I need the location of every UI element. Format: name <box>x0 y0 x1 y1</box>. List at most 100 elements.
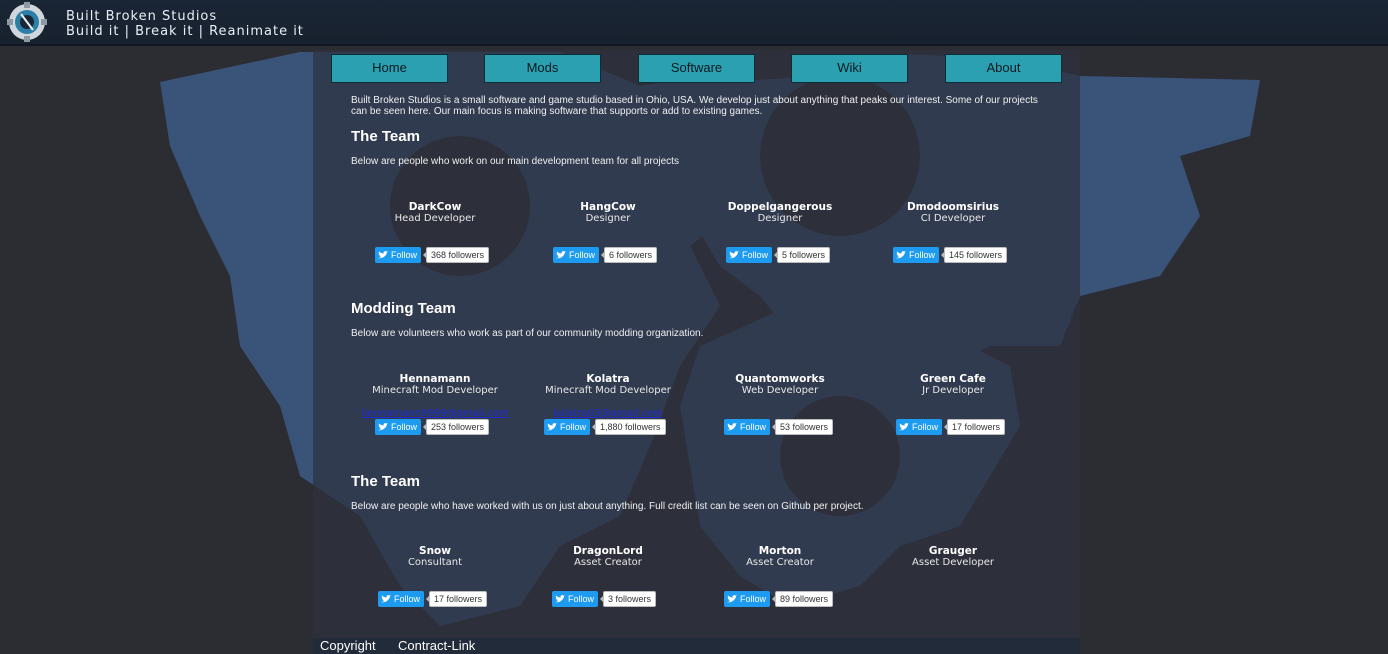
member-role: Minecraft Mod Developer <box>545 385 671 396</box>
nav-wiki-button[interactable]: Wiki <box>791 54 908 83</box>
follower-count: 17 followers <box>426 591 488 607</box>
member-role: Jr Developer <box>922 385 984 396</box>
site-footer: Copyright Contract-Link <box>313 638 1080 654</box>
follower-count: 5 followers <box>774 247 831 263</box>
follower-count: 1,880 followers <box>592 419 666 435</box>
twitter-follow-widget: Follow 1,880 followers <box>544 419 666 435</box>
member-role: CI Developer <box>920 213 986 224</box>
intro-text: Built Broken Studios is a small software… <box>351 95 1038 117</box>
site-title: Built Broken Studios <box>66 9 218 24</box>
member-card: HangCow Designer Follow 6 followers <box>522 201 694 263</box>
member-card: Dmodoomsirius CI Developer Follow 145 fo… <box>867 201 1039 263</box>
twitter-follow-widget: Follow 89 followers <box>724 591 834 607</box>
member-role: Asset Creator <box>574 557 642 568</box>
member-email-link[interactable]: kolatra03@gmail.com <box>522 408 694 419</box>
twitter-bird-icon <box>727 423 737 431</box>
nav-about-button[interactable]: About <box>945 54 1062 83</box>
member-card: Quantomworks Web Developer Follow 53 fol… <box>694 373 866 435</box>
twitter-bird-icon <box>899 423 909 431</box>
twitter-bird-icon <box>547 423 557 431</box>
twitter-follow-button[interactable]: Follow <box>724 419 771 435</box>
member-role: Designer <box>585 213 631 224</box>
section-description: Below are volunteers who work as part of… <box>351 328 704 339</box>
twitter-follow-button[interactable]: Follow <box>893 247 940 263</box>
member-name: DragonLord <box>573 545 643 557</box>
twitter-follow-button[interactable]: Follow <box>544 419 591 435</box>
twitter-follow-button[interactable]: Follow <box>375 247 422 263</box>
twitter-follow-widget: Follow 368 followers <box>375 247 490 263</box>
member-name: Doppelgangerous <box>727 201 833 213</box>
twitter-bird-icon <box>378 251 388 259</box>
twitter-bird-icon <box>556 251 566 259</box>
twitter-follow-widget: Follow 53 followers <box>724 419 834 435</box>
twitter-follow-button[interactable]: Follow <box>378 591 425 607</box>
member-name: Dmodoomsirius <box>906 201 1000 213</box>
member-role: Asset Creator <box>746 557 814 568</box>
member-card: Snow Consultant Follow 17 followers <box>349 545 521 607</box>
member-card: Morton Asset Creator Follow 89 followers <box>694 545 866 607</box>
member-role: Web Developer <box>741 385 819 396</box>
follower-count: 53 followers <box>772 419 834 435</box>
twitter-bird-icon <box>381 595 391 603</box>
member-name: Quantomworks <box>735 373 825 385</box>
section-title: The Team <box>351 473 420 490</box>
member-role: Minecraft Mod Developer <box>372 385 498 396</box>
nav-bar: Home Mods Software Wiki About <box>331 54 1062 83</box>
member-card: Green Cafe Jr Developer Follow 17 follow… <box>867 373 1039 435</box>
follower-count: 368 followers <box>423 247 490 263</box>
member-name: HangCow <box>580 201 636 213</box>
twitter-follow-widget: Follow 253 followers <box>375 419 490 435</box>
follower-count: 145 followers <box>941 247 1008 263</box>
nav-home-button[interactable]: Home <box>331 54 448 83</box>
member-card: Grauger Asset Developer <box>867 545 1039 569</box>
follower-count: 3 followers <box>600 591 657 607</box>
nav-software-button[interactable]: Software <box>638 54 755 83</box>
follower-count: 17 followers <box>944 419 1006 435</box>
twitter-follow-widget: Follow 6 followers <box>553 247 658 263</box>
member-name: Snow <box>419 545 451 557</box>
twitter-follow-widget: Follow 17 followers <box>378 591 488 607</box>
nav-mods-button[interactable]: Mods <box>484 54 601 83</box>
gear-logo-icon[interactable] <box>6 2 48 42</box>
member-card: Kolatra Minecraft Mod Developer kolatra0… <box>522 373 694 435</box>
twitter-bird-icon <box>727 595 737 603</box>
section-description: Below are people who work on our main de… <box>351 156 679 167</box>
section-description: Below are people who have worked with us… <box>351 501 864 512</box>
twitter-bird-icon <box>378 423 388 431</box>
twitter-follow-button[interactable]: Follow <box>552 591 599 607</box>
site-header: Built Broken Studios Build it | Break it… <box>0 0 1388 46</box>
section-title: The Team <box>351 128 420 145</box>
member-card: Hennamann Minecraft Mod Developer hennam… <box>349 373 521 435</box>
twitter-follow-button[interactable]: Follow <box>726 247 773 263</box>
twitter-follow-widget: Follow 145 followers <box>893 247 1008 263</box>
member-role: Designer <box>757 213 803 224</box>
member-role: Head Developer <box>394 213 476 224</box>
twitter-follow-button[interactable]: Follow <box>724 591 771 607</box>
twitter-bird-icon <box>729 251 739 259</box>
follower-count: 6 followers <box>601 247 658 263</box>
member-name: Kolatra <box>586 373 630 385</box>
twitter-follow-widget: Follow 17 followers <box>896 419 1006 435</box>
main-content: Home Mods Software Wiki About Built Brok… <box>313 50 1080 638</box>
site-tagline: Build it | Break it | Reanimate it <box>66 24 304 39</box>
member-name: Morton <box>758 545 802 557</box>
twitter-follow-button[interactable]: Follow <box>553 247 600 263</box>
twitter-follow-widget: Follow 5 followers <box>726 247 831 263</box>
member-name: DarkCow <box>408 201 462 213</box>
member-name: Grauger <box>928 545 978 557</box>
twitter-bird-icon <box>555 595 565 603</box>
follower-count: 89 followers <box>772 591 834 607</box>
copyright-link[interactable]: Copyright <box>320 638 376 653</box>
twitter-follow-button[interactable]: Follow <box>896 419 943 435</box>
member-name: Hennamann <box>399 373 471 385</box>
twitter-follow-button[interactable]: Follow <box>375 419 422 435</box>
section-title: Modding Team <box>351 300 456 317</box>
member-email-link[interactable]: hennamann9999@gmail.com <box>349 408 521 419</box>
member-card: DarkCow Head Developer Follow 368 follow… <box>349 201 521 263</box>
member-card: Doppelgangerous Designer Follow 5 follow… <box>694 201 866 263</box>
member-card: DragonLord Asset Creator Follow 3 follow… <box>522 545 694 607</box>
twitter-follow-widget: Follow 3 followers <box>552 591 657 607</box>
member-role: Consultant <box>407 557 463 568</box>
member-name: Green Cafe <box>920 373 986 385</box>
contract-link[interactable]: Contract-Link <box>398 638 475 653</box>
